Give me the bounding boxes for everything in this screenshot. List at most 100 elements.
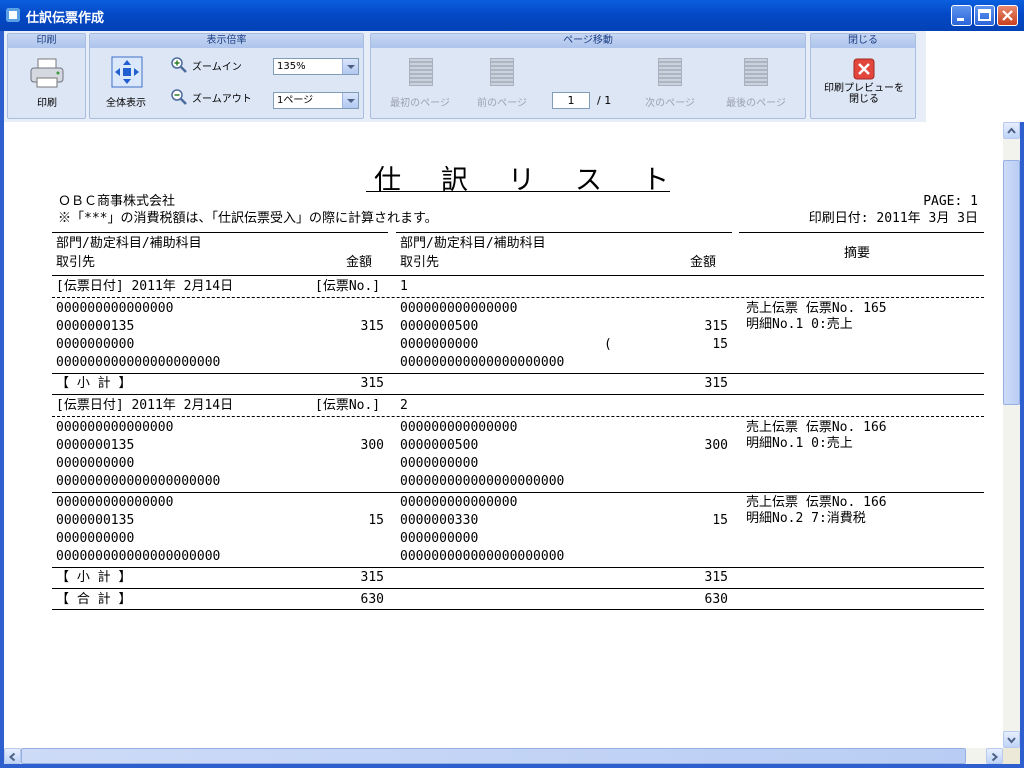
scroll-left-button[interactable] <box>4 748 21 764</box>
zoom-out-button[interactable]: ズームアウト <box>170 88 260 106</box>
zoom-out-icon <box>171 89 187 105</box>
rule <box>52 232 388 233</box>
scroll-right-button[interactable] <box>986 748 1003 764</box>
zoom-in-button[interactable]: ズームイン <box>170 56 260 74</box>
debit-amount: 315 <box>360 319 384 334</box>
total-debit: 630 <box>360 592 384 607</box>
close-preview-label-2: 閉じる <box>849 94 879 105</box>
debit-dept: 000000000000000 <box>56 420 174 435</box>
first-page-icon <box>409 58 433 86</box>
prev-page-icon <box>490 58 514 86</box>
fit-page-icon <box>111 56 143 88</box>
credit-account: 0000000500 <box>400 438 479 453</box>
zoom-group-title: 表示倍率 <box>90 34 363 48</box>
fit-all-label: 全体表示 <box>106 98 146 109</box>
rule-dashed <box>52 416 984 417</box>
company-name: ＯＢＣ商事株式会社 <box>58 194 176 209</box>
credit-amount: 315 <box>704 319 728 334</box>
debit-col-amount: 金額 <box>345 255 372 270</box>
print-group: 印刷 印刷 <box>7 33 86 119</box>
debit-col-account: 部門/勘定科目/補助科目 <box>56 236 202 251</box>
credit-subaccount: 0000000000 <box>400 337 479 352</box>
horizontal-scroll-thumb[interactable] <box>21 748 966 764</box>
window-frame-bottom <box>0 764 1024 768</box>
credit-dept: 000000000000000 <box>400 301 518 316</box>
prev-page-label: 前のページ <box>477 98 527 109</box>
report-preview: 仕訳リスト ＯＢＣ商事株式会社 ※「***」の消費税額は、「仕訳伝票受入」の際に… <box>4 122 1003 748</box>
debit-account: 0000000135 <box>56 438 135 453</box>
zoom-select-value: 135% <box>277 61 306 72</box>
chevron-right-icon <box>991 752 999 762</box>
print-label: 印刷 <box>37 98 57 109</box>
page-view-select-value: 1ページ <box>277 95 314 106</box>
first-page-button[interactable]: 最初のページ <box>385 54 455 112</box>
tax-note: ※「***」の消費税額は、「仕訳伝票受入」の際に計算されます。 <box>58 211 438 226</box>
horizontal-scrollbar[interactable] <box>4 748 1003 764</box>
credit-partner: 000000000000000000000 <box>400 355 565 370</box>
rule <box>396 232 732 233</box>
vertical-scrollbar[interactable] <box>1003 122 1020 748</box>
print-group-title: 印刷 <box>8 34 85 48</box>
chevron-down-icon <box>1007 737 1016 744</box>
zoom-group: 表示倍率 全体表示 ズームイン ズームアウト 135% 1ページ <box>89 33 364 119</box>
print-button[interactable]: 印刷 <box>22 56 72 112</box>
chevron-left-icon <box>8 752 16 762</box>
memo-line-2: 明細No.1 0:売上 <box>746 436 853 451</box>
zoom-select[interactable]: 135% <box>273 58 359 75</box>
vertical-scroll-thumb[interactable] <box>1003 160 1020 405</box>
last-page-label: 最後のページ <box>726 98 786 109</box>
chevron-down-icon[interactable] <box>342 93 358 108</box>
voucher-no: 2 <box>400 398 408 413</box>
debit-partner: 000000000000000000000 <box>56 355 221 370</box>
zoom-in-icon <box>171 57 187 73</box>
debit-subaccount: 0000000000 <box>56 337 135 352</box>
scrollbar-corner <box>1003 748 1020 764</box>
memo-line-1: 売上伝票 伝票No. 166 <box>746 495 887 510</box>
credit-dept: 000000000000000 <box>400 420 518 435</box>
page-label: PAGE: 1 <box>923 194 978 209</box>
voucher-date: [伝票日付] 2011年 2月14日 <box>56 279 234 294</box>
close-preview-button[interactable]: 印刷プレビューを 閉じる <box>817 54 911 114</box>
debit-subaccount: 0000000000 <box>56 531 135 546</box>
debit-partner: 000000000000000000000 <box>56 474 221 489</box>
debit-account: 0000000135 <box>56 513 135 528</box>
next-page-icon <box>658 58 682 86</box>
fit-all-button[interactable]: 全体表示 <box>96 54 156 112</box>
credit-col-account: 部門/勘定科目/補助科目 <box>400 236 546 251</box>
prev-page-button[interactable]: 前のページ <box>471 54 533 112</box>
page-nav-group-title: ページ移動 <box>371 34 805 48</box>
credit-partner: 000000000000000000000 <box>400 549 565 564</box>
rule <box>52 275 984 276</box>
rule <box>52 567 984 568</box>
debit-dept: 000000000000000 <box>56 495 174 510</box>
maximize-button[interactable] <box>974 5 995 26</box>
subtotal-label: 【 小 計 】 <box>56 570 132 585</box>
scroll-down-button[interactable] <box>1003 731 1020 748</box>
subtotal-label: 【 小 計 】 <box>56 376 132 391</box>
rule-dashed <box>52 297 984 298</box>
credit-partner: 000000000000000000000 <box>400 474 565 489</box>
subtotal-credit: 315 <box>704 570 728 585</box>
memo-col: 摘要 <box>844 246 871 261</box>
voucher-no-label: [伝票No.] <box>315 279 381 294</box>
window-frame-right <box>1020 122 1024 768</box>
close-window-button[interactable] <box>997 5 1018 26</box>
last-page-button[interactable]: 最後のページ <box>721 54 791 112</box>
page-view-select[interactable]: 1ページ <box>273 92 359 109</box>
first-page-label: 最初のページ <box>390 98 450 109</box>
window-title: 仕訳伝票作成 <box>26 11 105 26</box>
maximize-icon <box>978 9 991 21</box>
printer-icon <box>30 58 64 88</box>
subtotal-credit: 315 <box>704 376 728 391</box>
voucher-no-label: [伝票No.] <box>315 398 381 413</box>
next-page-button[interactable]: 次のページ <box>639 54 701 112</box>
rule <box>739 232 984 233</box>
scroll-up-button[interactable] <box>1003 122 1020 139</box>
app-icon <box>6 8 20 22</box>
rule <box>52 373 984 374</box>
chevron-down-icon[interactable] <box>342 59 358 74</box>
minimize-button[interactable] <box>951 5 972 26</box>
page-total: / 1 <box>597 94 612 107</box>
page-number-input[interactable]: 1 <box>552 92 590 109</box>
ribbon-empty-area <box>926 31 1024 122</box>
